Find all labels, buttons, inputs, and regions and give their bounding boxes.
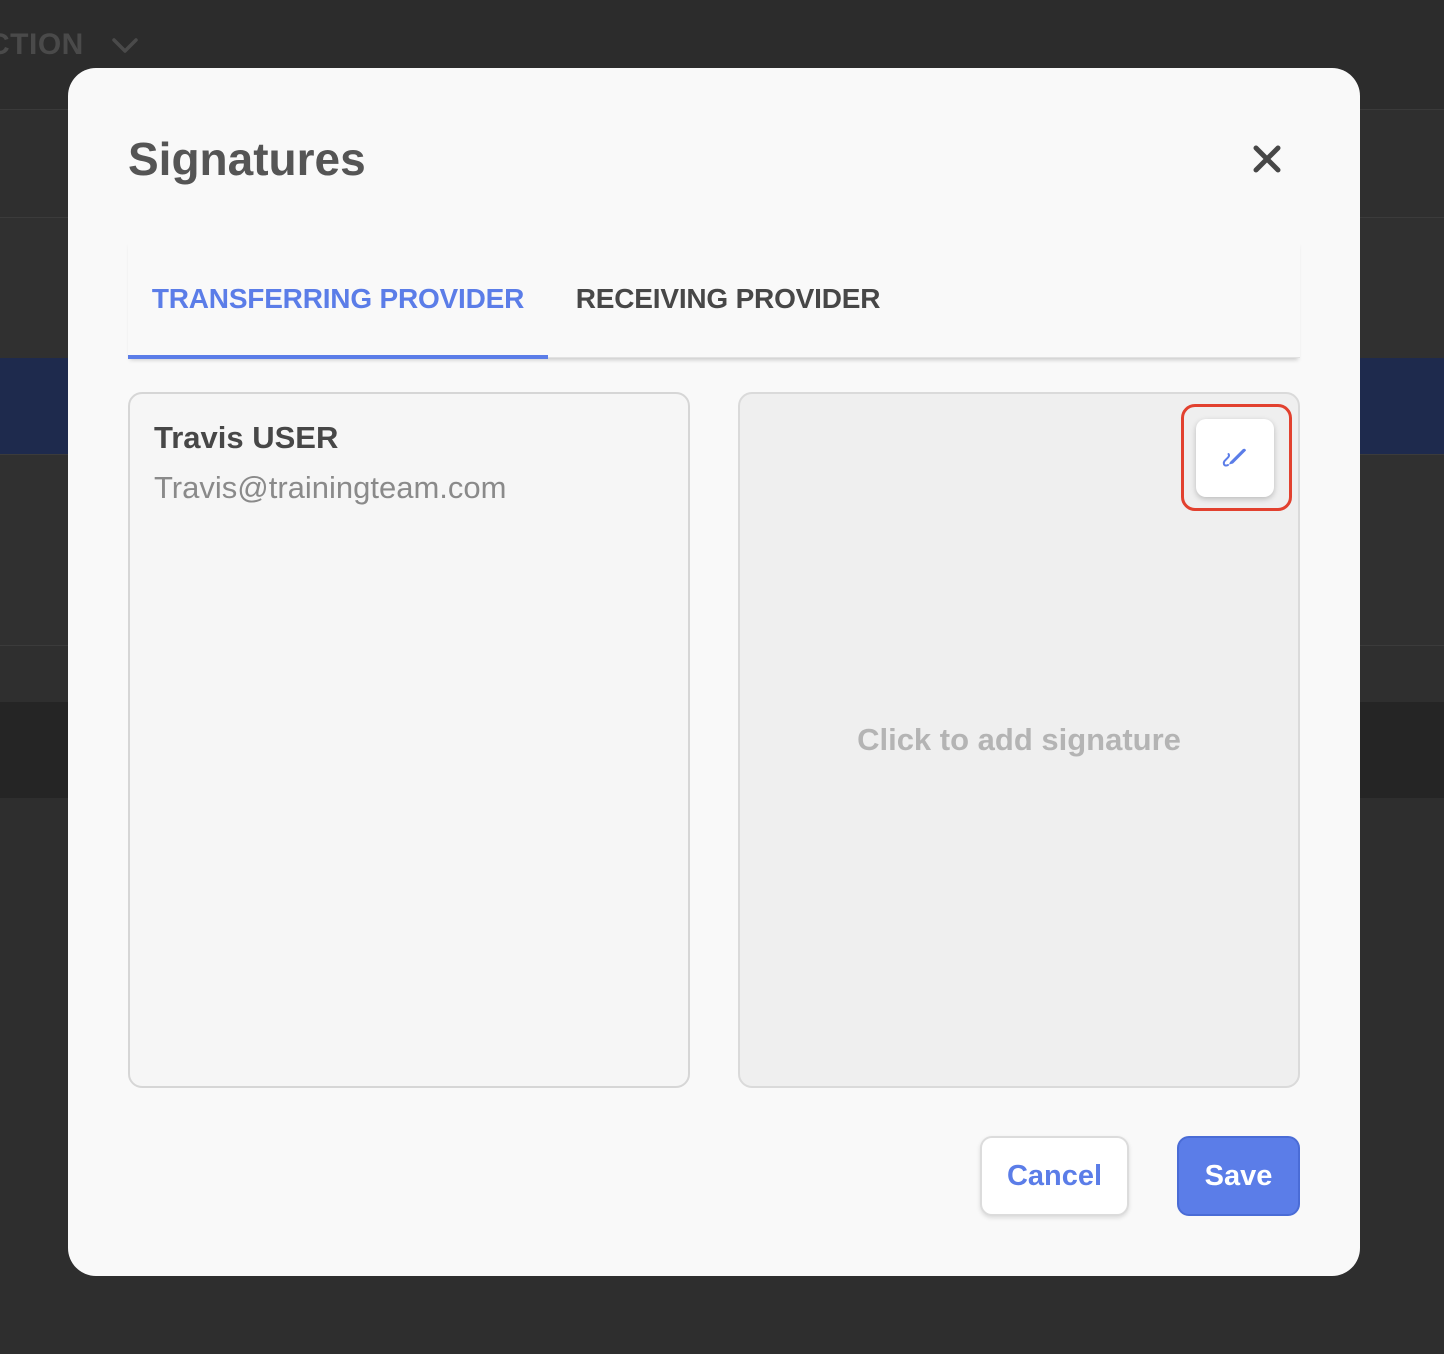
background-section-label: CTION xyxy=(0,28,84,61)
provider-info-card: Travis USER Travis@trainingteam.com xyxy=(128,392,690,1088)
provider-email: Travis@trainingteam.com xyxy=(154,470,507,505)
signatures-modal: Signatures TRANSFERRING PROVIDER RECEIVI… xyxy=(68,68,1360,1276)
pencil-icon xyxy=(1219,440,1251,477)
provider-tabs: TRANSFERRING PROVIDER RECEIVING PROVIDER xyxy=(128,240,1300,359)
cancel-button[interactable]: Cancel xyxy=(980,1136,1129,1216)
modal-title: Signatures xyxy=(128,133,366,185)
tab-receiving-provider[interactable]: RECEIVING PROVIDER xyxy=(548,240,908,358)
provider-name: Travis USER xyxy=(154,420,339,455)
edit-signature-button[interactable] xyxy=(1196,419,1274,497)
close-icon xyxy=(1252,144,1282,179)
save-button[interactable]: Save xyxy=(1177,1136,1300,1216)
tab-transferring-provider[interactable]: TRANSFERRING PROVIDER xyxy=(128,240,548,358)
close-button[interactable] xyxy=(1242,136,1292,186)
signature-placeholder: Click to add signature xyxy=(857,722,1181,757)
chevron-down-icon xyxy=(110,34,140,58)
active-tab-indicator xyxy=(128,355,548,359)
